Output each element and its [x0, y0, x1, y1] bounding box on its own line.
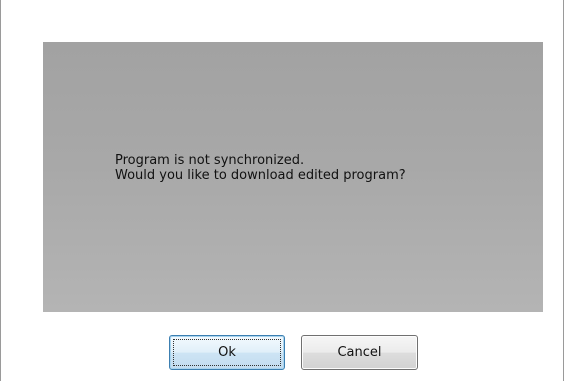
cancel-button-label: Cancel	[337, 345, 382, 360]
ok-button[interactable]: Ok	[169, 335, 285, 370]
ok-button-label: Ok	[218, 345, 236, 360]
message-line-2: Would you like to download edited progra…	[115, 168, 406, 183]
message-panel: Program is not synchronized. Would you l…	[43, 42, 543, 312]
sync-dialog: Program is not synchronized. Would you l…	[0, 0, 564, 381]
cancel-button[interactable]: Cancel	[301, 335, 418, 370]
dialog-message: Program is not synchronized. Would you l…	[115, 153, 406, 183]
message-line-1: Program is not synchronized.	[115, 153, 305, 168]
